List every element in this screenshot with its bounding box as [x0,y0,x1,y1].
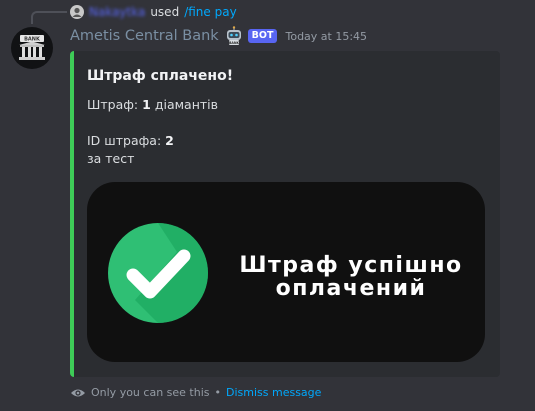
bank-icon: BANK [19,35,45,60]
author-name[interactable]: Ametis Central Bank [70,28,219,44]
bot-badge: BOT [247,29,278,43]
banner-line-2: оплачений [275,276,427,301]
visibility-text: Only you can see this [91,386,210,399]
discord-channel-view: Nakaytka used /fine pay BANK Ametis Cent… [0,0,535,411]
slash-command-link[interactable]: /fine pay [184,5,236,19]
reply-user-avatar[interactable] [70,5,84,19]
banner-text: Штраф успішно оплачений [217,254,485,300]
checkmark-icon [108,223,208,323]
user-avatar-icon [72,7,82,17]
fine-label: Штраф: [87,97,139,112]
eye-icon [71,389,85,396]
fine-id-label: ID штрафа: [87,133,162,148]
command-reply-context[interactable]: Nakaytka used /fine pay [70,3,237,21]
embed-image-banner[interactable]: Штраф успішно оплачений [87,182,485,362]
reply-connector-line [31,11,67,24]
fine-unit: діамантів [154,97,218,112]
robot-icon: BANK [226,26,241,45]
fine-id-line: ID штрафа: 2 [87,133,174,148]
embed-card: Штраф сплачено! Штраф: 1 діамантів ID шт… [70,51,500,377]
footer-separator: • [214,386,222,399]
dismiss-message-link[interactable]: Dismiss message [226,386,321,399]
robot-bank-label: BANK [229,41,240,45]
banner-line-1: Штраф успішно [239,253,463,278]
fine-amount-line: Штраф: 1 діамантів [87,97,218,112]
fine-amount: 1 [142,97,151,112]
embed-title: Штраф сплачено! [87,68,234,84]
fine-id-value: 2 [165,133,174,148]
message-timestamp[interactable]: Today at 15:45 [285,30,367,43]
ephemeral-notice: Only you can see this • Dismiss message [70,386,321,399]
message-header: Ametis Central Bank BANK BOT Today at 15… [70,25,367,47]
bot-avatar[interactable]: BANK [11,27,53,69]
fine-reason: за тест [87,151,135,166]
reply-username[interactable]: Nakaytka [89,5,145,19]
reply-used-text: used [150,5,180,19]
